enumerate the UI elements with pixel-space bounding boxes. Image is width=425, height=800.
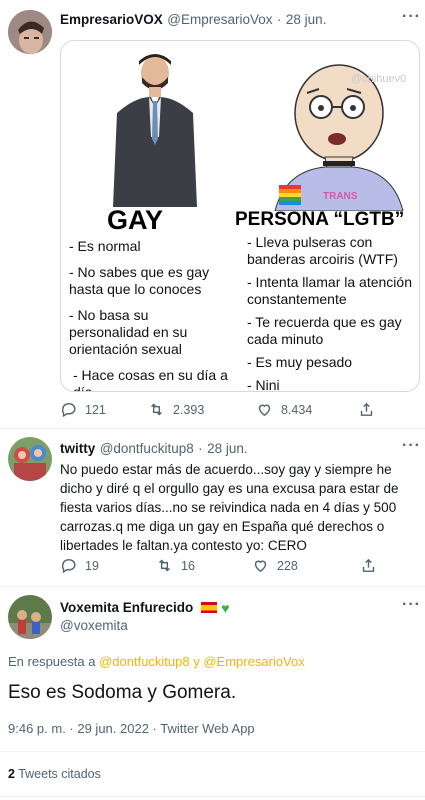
more-options-icon[interactable]: ··· [402,596,421,614]
heart-icon [254,560,267,573]
retweet-count: 2.393 [173,402,205,417]
author-name[interactable]: twitty [60,441,95,456]
lgtb-list-item: - Te recuerda que es gay cada minuto [247,314,402,347]
like-button[interactable]: 8.434 [256,401,358,418]
lgtb-list-item: - Intenta llamar la atención constanteme… [247,274,412,307]
persona-lgtb-list: - Lleva pulseras con banderas arcoiris (… [247,234,419,392]
share-button[interactable] [358,401,383,418]
share-icon [360,402,373,416]
quote-tweets-link[interactable]: 2 Tweets citados [8,767,101,781]
author-name[interactable]: EmpresarioVOX [60,12,163,27]
like-count: 228 [277,558,298,573]
reply-mention-link[interactable]: @EmpresarioVox [203,654,304,669]
like-button[interactable]: 228 [252,557,360,574]
lgtb-list-item: - Es muy pesado [247,354,353,370]
reply-icon [61,559,76,574]
divider [0,586,425,587]
spain-flag-icon [200,602,217,613]
retweet-count: 16 [181,558,195,573]
gay-list: - Es normal - No sabes que es gay hasta … [69,238,231,392]
gay-list-item: - Hace cosas en su día a día [73,367,228,392]
retweet-icon [151,403,162,416]
share-button[interactable] [360,557,385,574]
quote-count: 2 [8,767,15,781]
separator-dot: · [276,12,282,27]
reply-count: 19 [85,558,99,573]
share-icon [362,558,375,572]
heart-icon [258,404,271,417]
gay-list-item: - No basa su personalidad en su orientac… [69,307,188,357]
avatar[interactable] [8,595,52,639]
retweet-icon [159,559,170,572]
tweet-date[interactable]: 28 jun. [207,441,248,456]
in-reply-to: En respuesta a @dontfuckitup8 y @Empresa… [8,654,305,669]
divider [0,751,425,752]
reply-count: 121 [85,402,106,417]
gay-list-item: - No sabes que es gay hasta que lo conoc… [69,264,210,297]
author-handle[interactable]: @dontfuckitup8 [100,441,194,456]
watermark: @chihuev0 [351,73,407,85]
gay-list-item: - Es normal [69,238,141,254]
lgtb-list-item: - Nini [247,377,280,392]
reply-icon [61,403,76,418]
like-count: 8.434 [281,402,313,417]
meme-image[interactable]: TRANS @chihuev0 GAY PERSONA “LGTB” - Es … [60,40,420,392]
tweet-actions: 19 16 228 [60,557,385,574]
retweet-button[interactable]: 16 [156,557,252,574]
avatar[interactable] [8,437,52,481]
quote-label: Tweets citados [18,767,101,781]
persona-lgtb-title: PERSONA “LGTB” [235,209,405,230]
tweet-date[interactable]: 28 jun. [286,12,327,27]
divider [0,796,425,797]
more-options-icon[interactable]: ··· [402,437,421,455]
tweet-text: No puedo estar más de acuerdo...soy gay … [60,462,399,553]
author-handle[interactable]: @voxemita [60,618,128,633]
green-heart-icon: ♥ [221,600,230,616]
more-options-icon[interactable]: ··· [402,8,421,26]
gay-title: GAY [107,205,164,235]
in-reply-prefix: En respuesta a [8,654,96,669]
divider [0,428,425,429]
lgtb-list-item: - Lleva pulseras con banderas arcoiris (… [247,234,398,267]
retweet-button[interactable]: 2.393 [148,401,256,418]
avatar[interactable] [8,10,52,54]
shirt-text: TRANS [323,191,358,202]
tweet-timestamp[interactable]: 9:46 p. m. · 29 jun. 2022 · Twitter Web … [8,721,255,736]
separator-dot: · [198,441,203,456]
author-handle[interactable]: @EmpresarioVox [167,12,272,27]
tweet-text: Eso es Sodoma y Gomera. [8,682,237,703]
reply-button[interactable]: 19 [60,557,156,574]
reply-mention-and: y [193,654,200,669]
author-name[interactable]: Voxemita Enfurecido [60,600,193,615]
businessman-illustration [113,54,197,207]
reply-button[interactable]: 121 [60,401,148,418]
reply-mention-link[interactable]: @dontfuckitup8 [99,654,190,669]
tweet-actions: 121 2.393 8.434 [60,401,383,418]
